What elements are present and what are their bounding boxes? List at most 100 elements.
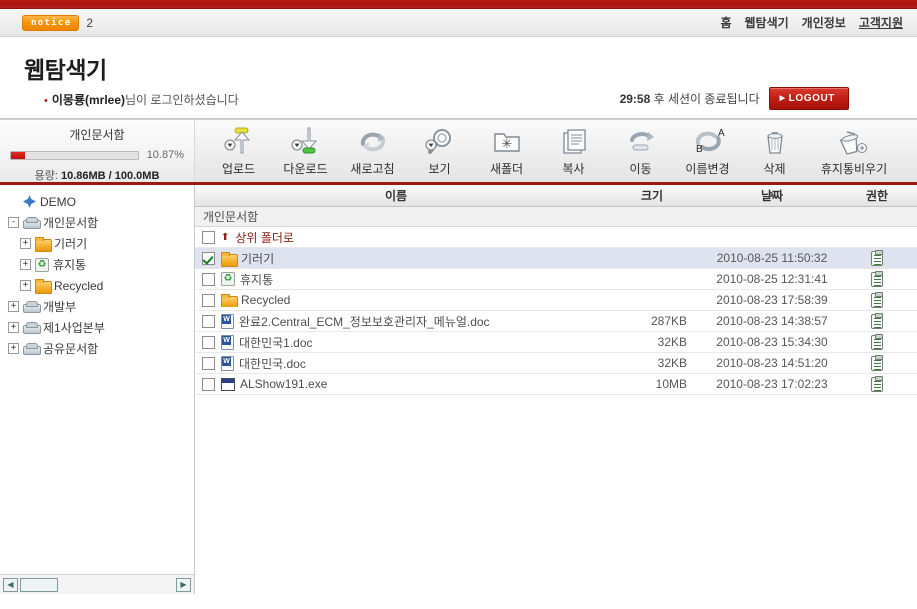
row-date: 2010-08-23 15:34:30: [716, 335, 828, 349]
row-checkbox[interactable]: [201, 314, 215, 328]
column-header-permission[interactable]: 권한: [837, 187, 917, 204]
tree-node-recycled[interactable]: + Recycled: [6, 275, 194, 296]
nav-item-support[interactable]: 고객지원: [859, 14, 903, 31]
refresh-icon: [339, 125, 406, 159]
permission-icon[interactable]: [871, 312, 883, 329]
permission-icon[interactable]: [871, 375, 883, 392]
row-permission[interactable]: [837, 354, 917, 371]
toolbar-upload[interactable]: 업로드: [205, 120, 272, 177]
tree-expander-icon[interactable]: +: [8, 322, 19, 333]
toolbar-move[interactable]: 이동: [607, 120, 674, 177]
table-row[interactable]: Recycled 2010-08-23 17:58:39: [195, 290, 917, 311]
row-name-cell[interactable]: Recycled: [221, 293, 597, 307]
toolbar-download[interactable]: 다운로드: [272, 120, 339, 177]
row-checkbox-cell[interactable]: [195, 293, 221, 307]
toolbar-upload-label: 업로드: [221, 162, 256, 176]
permission-icon[interactable]: [871, 291, 883, 308]
tree-node-recyclebin[interactable]: + ♻ 휴지통: [6, 254, 194, 275]
table-row[interactable]: 대한민국1.doc 32KB 2010-08-23 15:34:30: [195, 332, 917, 353]
row-checkbox-cell[interactable]: [195, 335, 221, 349]
toolbar-copy[interactable]: 복사: [540, 120, 607, 177]
toolbar-rename-label: 이름변경: [685, 162, 730, 176]
scroll-right-icon[interactable]: ▶: [176, 577, 191, 592]
row-checkbox-cell[interactable]: [195, 356, 221, 370]
nav-item-personal-info[interactable]: 개인정보: [802, 14, 846, 31]
toolbar-copy-label: 복사: [562, 162, 585, 176]
quota-size-label: 용량:: [34, 170, 58, 182]
row-name-cell[interactable]: 기러기: [221, 250, 597, 267]
column-header-name[interactable]: 이름: [195, 187, 597, 204]
row-checkbox-cell[interactable]: [195, 230, 221, 244]
login-message: • 이몽룡(mrlee)님이 로그인하셨습니다: [44, 91, 239, 108]
tree-node-dev-dept[interactable]: + 개발부: [6, 296, 194, 317]
column-header-date[interactable]: ▲ 날짜: [707, 187, 837, 204]
row-name-cell[interactable]: ALShow191.exe: [221, 377, 597, 391]
tree-expander-icon[interactable]: +: [20, 259, 31, 270]
drive-icon: [23, 217, 41, 229]
toolbar-new-folder[interactable]: ✳ 새폴더: [473, 120, 540, 177]
toolbar-move-label: 이동: [629, 162, 652, 176]
nav-item-web-explorer[interactable]: 웹탐색기: [744, 14, 788, 31]
tree-expander-icon[interactable]: +: [8, 343, 19, 354]
permission-icon[interactable]: [871, 354, 883, 371]
row-checkbox[interactable]: [201, 230, 215, 244]
toolbar-rename[interactable]: A B 이름변경: [674, 120, 741, 177]
file-list-panel: 이름 크기 ▲ 날짜 권한 개인문서함 ⬆ 상위 폴더로 기러기 2010-08…: [195, 185, 917, 594]
row-permission[interactable]: [837, 291, 917, 308]
scrollbar-thumb[interactable]: [20, 577, 58, 592]
table-row[interactable]: ALShow191.exe 10MB 2010-08-23 17:02:23: [195, 374, 917, 395]
tree-expander-icon[interactable]: +: [20, 238, 31, 249]
row-checkbox-cell[interactable]: [195, 272, 221, 286]
tree-expander-icon[interactable]: +: [20, 280, 31, 291]
tree-expander-icon[interactable]: -: [8, 217, 19, 228]
row-checkbox-cell[interactable]: [195, 251, 221, 265]
row-permission[interactable]: [837, 270, 917, 287]
permission-icon[interactable]: [871, 249, 883, 266]
nav-item-home[interactable]: 홈: [720, 14, 731, 31]
row-checkbox[interactable]: [201, 335, 215, 349]
tree-node-girogi[interactable]: + 기러기: [6, 233, 194, 254]
empty-trash-icon: [808, 125, 900, 159]
row-permission[interactable]: [837, 312, 917, 329]
permission-icon[interactable]: [871, 333, 883, 350]
tree-node-shared-docs[interactable]: + 공유문서함: [6, 338, 194, 359]
row-checkbox[interactable]: [201, 251, 215, 265]
row-name-cell[interactable]: 완료2.Central_ECM_정보보호관리자_메뉴얼.doc: [221, 313, 597, 330]
column-header-size[interactable]: 크기: [597, 187, 707, 204]
web-explorer-page: notice 2 홈 웹탐색기 개인정보 고객지원 웹탐색기 • 이몽룡(mrle…: [0, 0, 917, 609]
table-row[interactable]: 대한민국.doc 32KB 2010-08-23 14:51:20: [195, 353, 917, 374]
parent-folder-row[interactable]: ⬆ 상위 폴더로: [195, 227, 917, 248]
row-permission[interactable]: [837, 375, 917, 392]
row-checkbox[interactable]: [201, 377, 215, 391]
row-checkbox-cell[interactable]: [195, 377, 221, 391]
parent-folder-name-cell[interactable]: ⬆ 상위 폴더로: [221, 229, 597, 246]
row-name-cell[interactable]: ♻ 휴지통: [221, 271, 597, 288]
row-checkbox[interactable]: [201, 272, 215, 286]
toolbar-empty-trash[interactable]: 휴지통비우기: [808, 120, 900, 177]
folder-icon: [221, 293, 238, 307]
row-permission[interactable]: [837, 249, 917, 266]
logout-button[interactable]: ▶ LOGOUT: [768, 87, 849, 110]
row-permission[interactable]: [837, 333, 917, 350]
parent-folder-link[interactable]: 상위 폴더로: [235, 229, 294, 246]
table-row[interactable]: 기러기 2010-08-25 11:50:32: [195, 248, 917, 269]
scroll-left-icon[interactable]: ◀: [3, 577, 18, 592]
tree-expander-icon[interactable]: +: [8, 301, 19, 312]
row-checkbox[interactable]: [201, 293, 215, 307]
tree-node-business-unit-1[interactable]: + 제1사업본부: [6, 317, 194, 338]
table-row[interactable]: ♻ 휴지통 2010-08-25 12:31:41: [195, 269, 917, 290]
tree-horizontal-scrollbar[interactable]: ◀ ▶: [0, 574, 194, 594]
tree-node-personal-docs[interactable]: - 개인문서함: [6, 212, 194, 233]
toolbar-delete[interactable]: 삭제: [741, 120, 808, 177]
toolbar-view[interactable]: 보기: [406, 120, 473, 177]
row-name-cell[interactable]: 대한민국1.doc: [221, 334, 597, 351]
tree-node-demo[interactable]: DEMO: [6, 191, 194, 212]
table-row[interactable]: 완료2.Central_ECM_정보보호관리자_메뉴얼.doc 287KB 20…: [195, 311, 917, 332]
notice-badge[interactable]: notice: [22, 14, 80, 31]
row-checkbox[interactable]: [201, 356, 215, 370]
row-name-cell[interactable]: 대한민국.doc: [221, 355, 597, 372]
permission-icon[interactable]: [871, 270, 883, 287]
recycle-bin-icon: ♻: [35, 257, 49, 272]
toolbar-refresh[interactable]: 새로고침: [339, 120, 406, 177]
row-checkbox-cell[interactable]: [195, 314, 221, 328]
